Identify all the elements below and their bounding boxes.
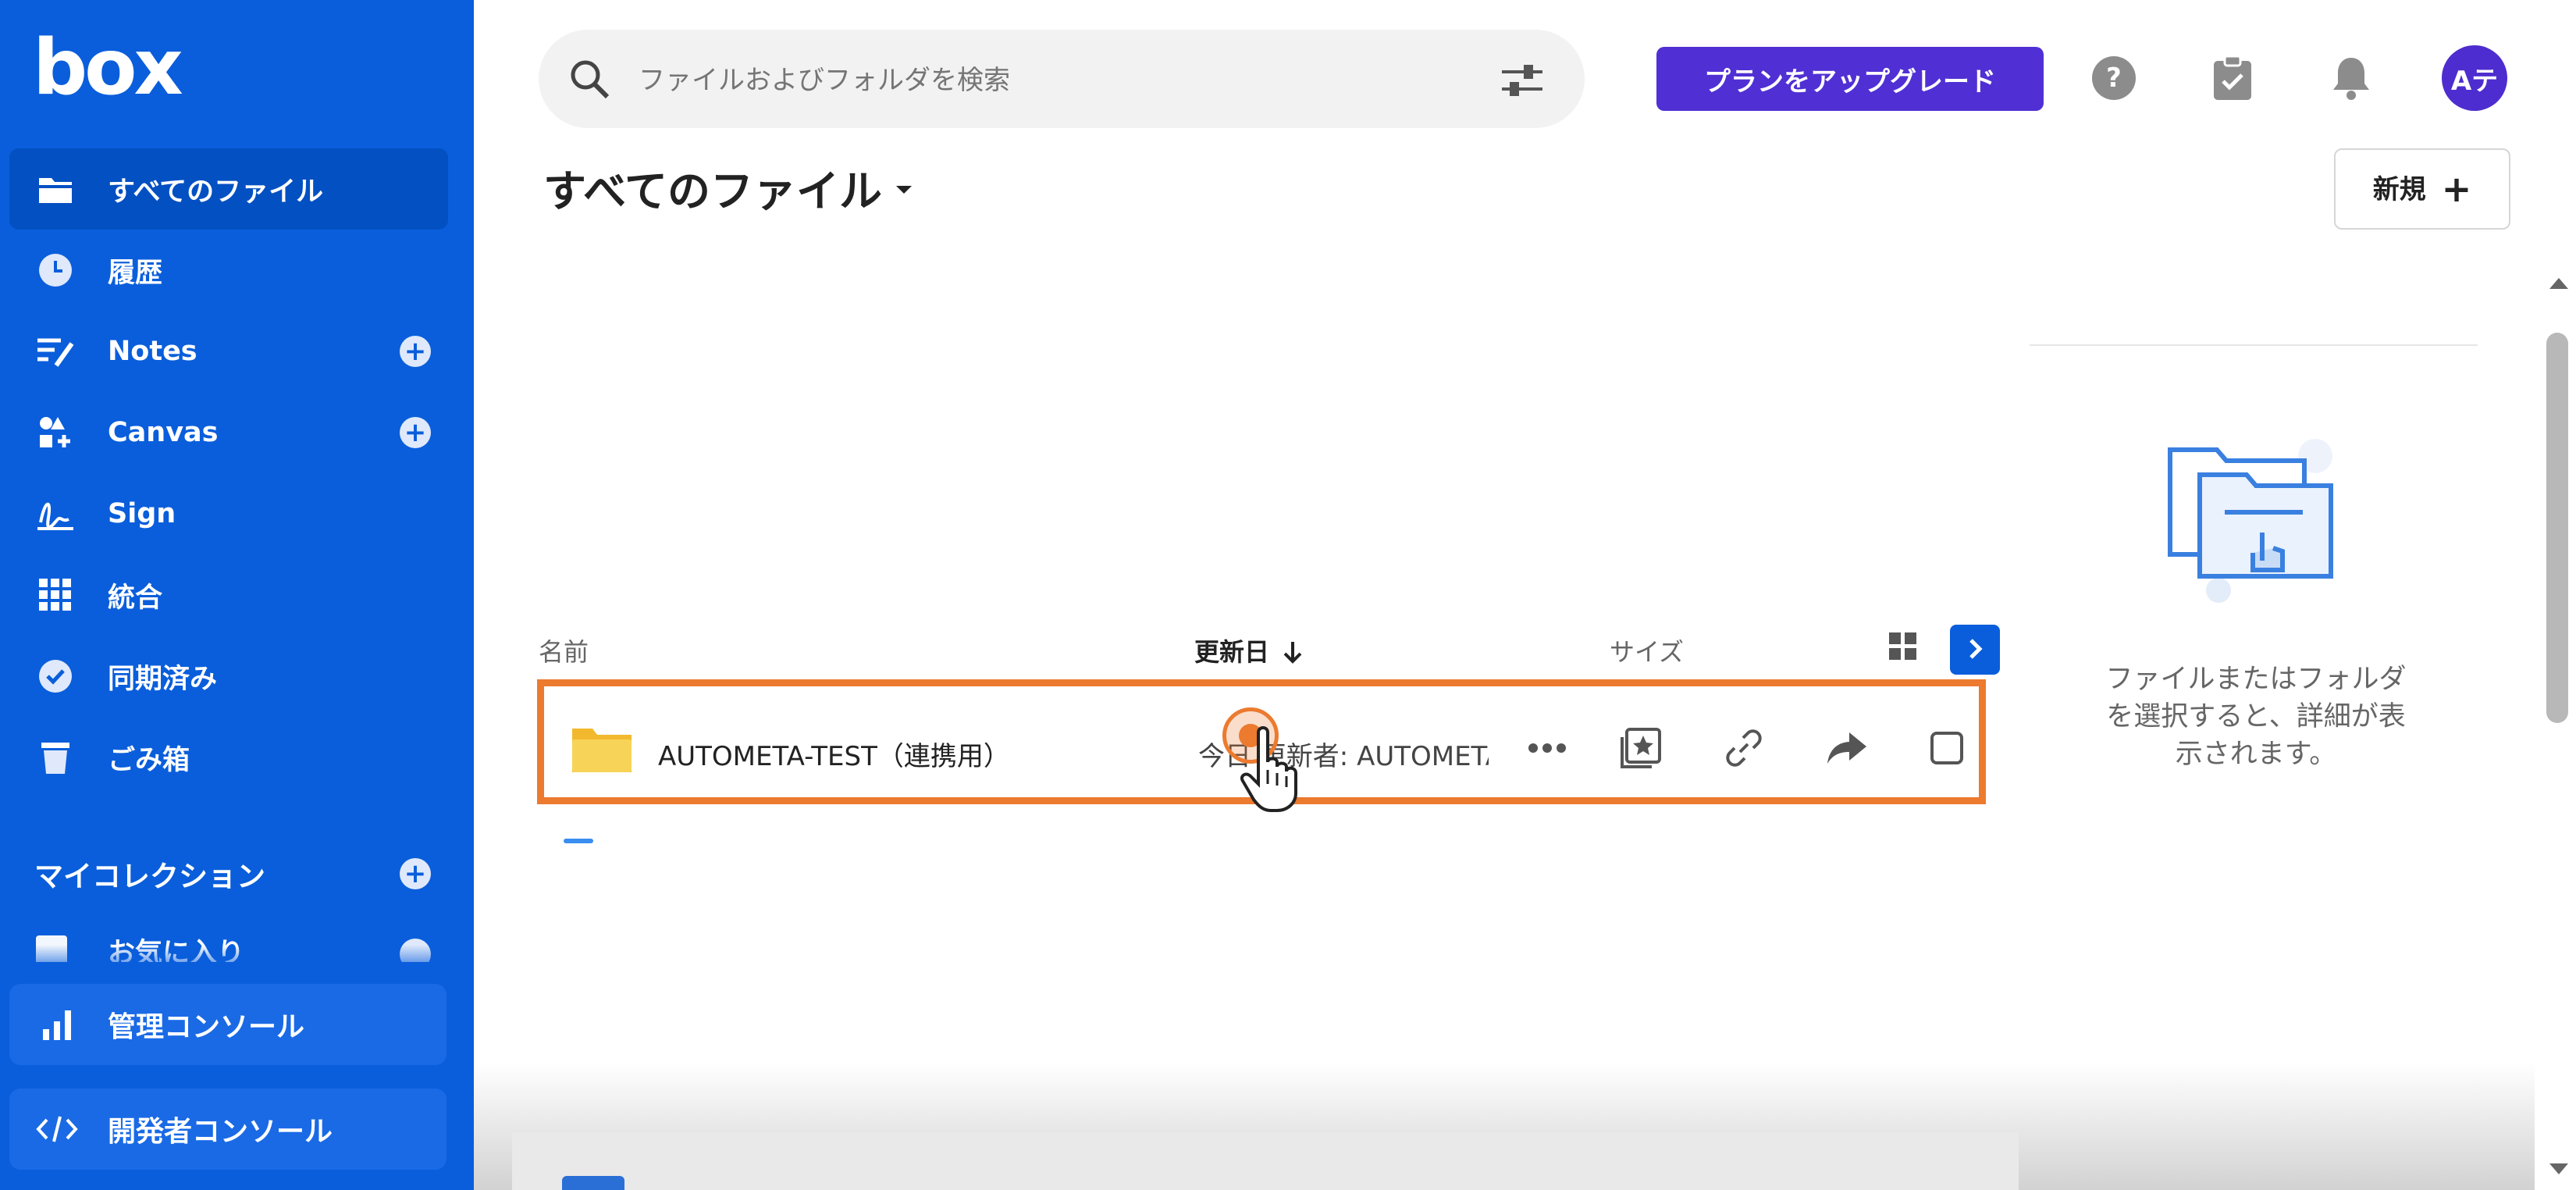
drag-indicator xyxy=(564,839,593,843)
title-dropdown-caret-icon[interactable] xyxy=(896,186,912,194)
box-logo[interactable]: box xyxy=(33,30,183,106)
canvas-icon xyxy=(36,413,75,452)
item-name[interactable]: AUTOMETA-TEST（連携用） xyxy=(658,735,1010,773)
add-canvas-icon[interactable]: + xyxy=(400,417,431,448)
sidebar-item-label: ごみ箱 xyxy=(108,744,190,776)
search-bar[interactable] xyxy=(539,30,1585,128)
add-to-collection-icon[interactable] xyxy=(1614,721,1668,775)
folder-select-illustration xyxy=(2162,434,2350,614)
select-checkbox[interactable] xyxy=(1920,721,1974,775)
sidebar-item-label: 履歴 xyxy=(108,257,163,289)
column-header-name[interactable]: 名前 xyxy=(539,632,589,668)
details-divider xyxy=(2030,344,2478,346)
hand-pointer-cursor-icon xyxy=(1240,726,1302,812)
upgrade-plan-button[interactable]: プランをアップグレード xyxy=(1656,47,2044,111)
tasks-clipboard-icon[interactable] xyxy=(2208,53,2258,103)
sidebar-item-sign[interactable]: Sign xyxy=(0,473,474,554)
sidebar-item-label: 統合 xyxy=(108,582,163,614)
user-avatar[interactable]: Aテ xyxy=(2442,45,2507,111)
check-circle-icon xyxy=(36,657,75,696)
sort-arrow-down-icon xyxy=(1278,637,1303,667)
new-button-label: 新規 xyxy=(2372,174,2426,205)
bar-chart-icon xyxy=(36,1003,78,1046)
plus-icon: + xyxy=(2441,168,2472,210)
filter-sliders-icon[interactable] xyxy=(1499,61,1546,100)
sidebar-nav: すべてのファイル 履歴 Notes + Canvas + Sign 統合 同期済… xyxy=(0,148,474,798)
sidebar-item-notes[interactable]: Notes + xyxy=(0,311,474,392)
clock-icon xyxy=(36,251,75,290)
admin-console-button[interactable]: 管理コンソール xyxy=(9,984,447,1065)
admin-console-label: 管理コンソール xyxy=(108,1011,305,1043)
sidebar-fade xyxy=(0,945,474,976)
sidebar-item-canvas[interactable]: Canvas + xyxy=(0,392,474,473)
developer-console-button[interactable]: 開発者コンソール xyxy=(9,1088,447,1170)
trash-icon xyxy=(36,738,75,777)
copy-link-icon[interactable] xyxy=(1717,721,1771,775)
folder-icon xyxy=(36,169,75,208)
add-note-icon[interactable]: + xyxy=(400,336,431,367)
notifications-bell-icon[interactable] xyxy=(2326,53,2376,103)
file-list-panel xyxy=(512,593,2019,1132)
sidebar-item-label: すべてのファイル xyxy=(108,176,324,208)
details-empty-message: ファイルまたはフォルダを選択すると、詳細が表示されます。 xyxy=(2105,664,2407,770)
folder-icon xyxy=(562,1176,624,1190)
details-panel-toggle-button[interactable] xyxy=(1950,625,2000,675)
column-header-updated-label: 更新日 xyxy=(1194,637,1270,667)
sidebar-item-all-files[interactable]: すべてのファイル xyxy=(9,148,448,230)
code-icon xyxy=(36,1108,78,1150)
column-header-updated[interactable]: 更新日 xyxy=(1194,632,1303,668)
sign-icon xyxy=(36,494,75,533)
share-arrow-icon[interactable] xyxy=(1820,721,1874,775)
sidebar-item-trash[interactable]: ごみ箱 xyxy=(0,717,474,798)
sidebar-item-synced[interactable]: 同期済み xyxy=(0,636,474,717)
developer-console-label: 開発者コンソール xyxy=(108,1116,333,1148)
sidebar-item-label: Canvas xyxy=(108,417,219,448)
sidebar-item-label: Notes xyxy=(108,336,197,367)
vertical-scrollbar-thumb[interactable] xyxy=(2546,333,2568,723)
column-header-size[interactable]: サイズ xyxy=(1610,632,1684,668)
new-button[interactable]: 新規 + xyxy=(2334,148,2510,230)
notes-icon xyxy=(36,332,75,371)
grid-view-icon[interactable] xyxy=(1888,631,1919,662)
sidebar-item-history[interactable]: 履歴 xyxy=(0,230,474,311)
add-collection-icon[interactable]: + xyxy=(400,858,431,889)
more-options-icon[interactable] xyxy=(1520,721,1574,775)
svg-text:?: ? xyxy=(2106,62,2122,94)
folder-icon xyxy=(571,725,633,774)
sidebar-item-integrations[interactable]: 統合 xyxy=(0,554,474,636)
search-icon xyxy=(568,58,612,102)
sidebar-item-label: Sign xyxy=(108,498,176,529)
sidebar: box すべてのファイル 履歴 Notes + Canvas + Sign 統合… xyxy=(0,0,474,1190)
apps-grid-icon xyxy=(36,575,75,615)
scroll-up-arrow-icon[interactable] xyxy=(2549,278,2568,289)
sidebar-item-label: 同期済み xyxy=(108,663,218,695)
my-collections-heading: マイコレクション xyxy=(34,860,265,893)
next-row-partial xyxy=(512,1132,2019,1190)
page-title[interactable]: すべてのファイル xyxy=(543,156,882,219)
help-icon[interactable]: ? xyxy=(2089,53,2139,103)
search-input[interactable] xyxy=(637,64,1421,97)
chevron-right-icon xyxy=(1969,638,1983,659)
scroll-down-arrow-icon[interactable] xyxy=(2549,1163,2568,1174)
